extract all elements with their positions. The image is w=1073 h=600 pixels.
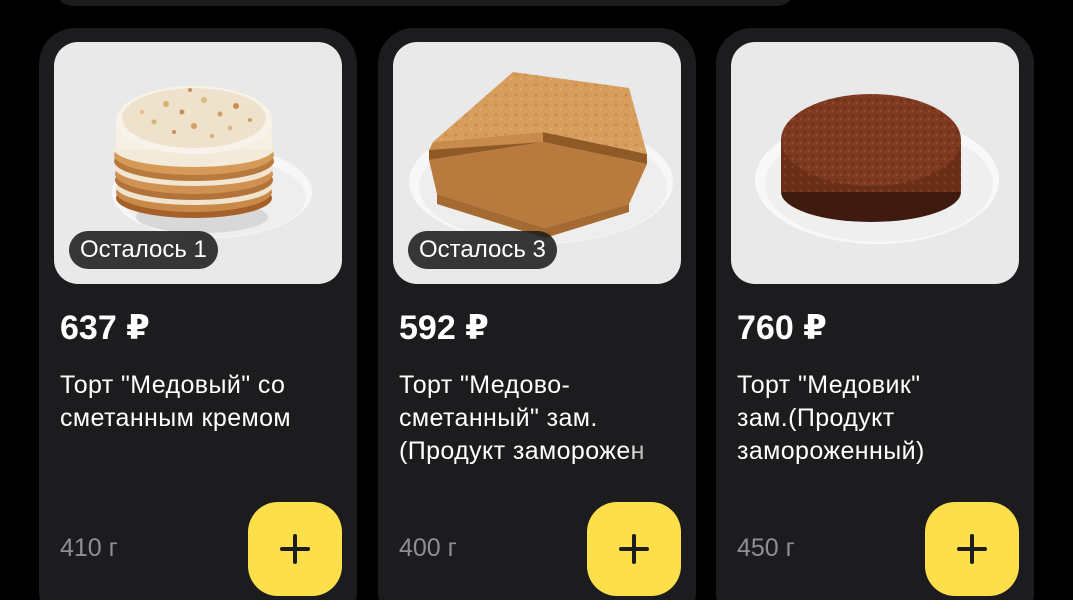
product-weight: 400 г xyxy=(399,534,457,562)
product-image: Осталось 1 xyxy=(54,42,342,284)
stock-badge: Осталось 3 xyxy=(408,231,557,269)
product-name-line: сметанным кремом xyxy=(60,404,291,432)
stock-badge: Осталось 1 xyxy=(69,231,218,269)
product-image: Осталось 3 xyxy=(393,42,681,284)
plus-icon xyxy=(280,534,310,564)
plus-icon xyxy=(957,534,987,564)
product-card-medovik-frozen[interactable]: 760 ₽ Торт "Медовик" зам.(Продукт заморо… xyxy=(716,28,1034,600)
add-to-cart-button[interactable] xyxy=(925,502,1019,596)
product-name-line: (Продукт заморожен xyxy=(399,437,645,465)
add-to-cart-button[interactable] xyxy=(587,502,681,596)
product-price: 760 ₽ xyxy=(737,309,827,347)
plus-icon xyxy=(619,534,649,564)
product-price: 592 ₽ xyxy=(399,309,489,347)
product-name-line: зам.(Продукт xyxy=(737,404,895,432)
product-weight: 410 г xyxy=(60,534,118,562)
product-name-line: Торт "Медовый" со xyxy=(60,371,286,399)
product-name-line: Торт "Медовик" xyxy=(737,371,921,399)
product-card-honey-sour-cream[interactable]: Осталось 1 637 ₽ Торт "Медовый" со смета… xyxy=(39,28,357,600)
product-grid-screen: Осталось 1 637 ₽ Торт "Медовый" со смета… xyxy=(0,0,1073,600)
product-name-line: замороженный) xyxy=(737,437,925,465)
product-image xyxy=(731,42,1019,284)
product-card-honey-sour-cream-frozen[interactable]: Осталось 3 592 ₽ Торт "Медово- сметанный… xyxy=(378,28,696,600)
product-name[interactable]: Торт "Медовик" зам.(Продукт замороженный… xyxy=(737,369,1025,468)
cake-chocolate-photo xyxy=(755,94,999,244)
search-bar-edge[interactable] xyxy=(55,0,795,6)
product-name[interactable]: Торт "Медово- сметанный" зам. (Продукт з… xyxy=(399,369,687,468)
product-name-line: Торт "Медово- xyxy=(399,371,571,399)
product-weight: 450 г xyxy=(737,534,795,562)
product-name[interactable]: Торт "Медовый" со сметанным кремом xyxy=(60,369,348,435)
product-price: 637 ₽ xyxy=(60,309,150,347)
product-name-line: сметанный" зам. xyxy=(399,404,598,432)
add-to-cart-button[interactable] xyxy=(248,502,342,596)
